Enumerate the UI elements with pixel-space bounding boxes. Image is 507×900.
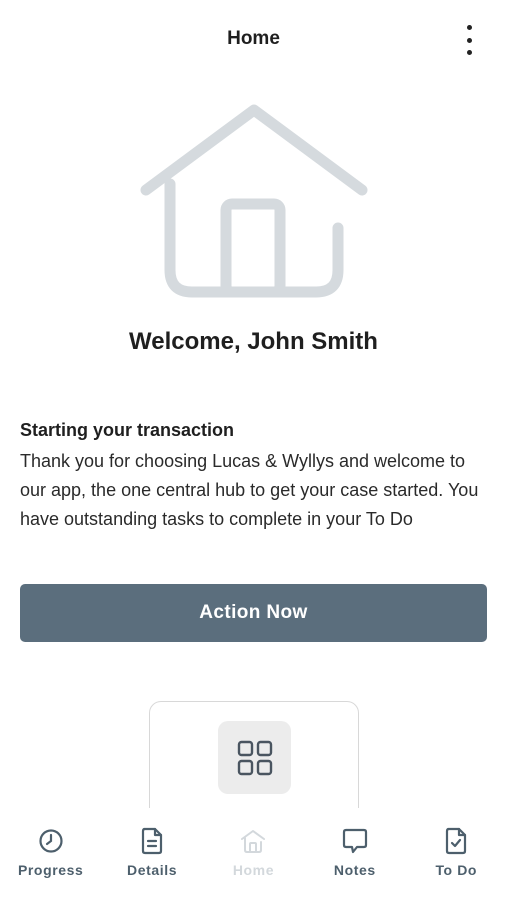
document-icon bbox=[137, 826, 167, 856]
intro-body: Thank you for choosing Lucas & Wyllys an… bbox=[20, 451, 479, 529]
home-screen: Home Welcome, John Smith Starting your t… bbox=[0, 0, 507, 900]
action-now-button[interactable]: Action Now bbox=[20, 584, 487, 642]
page-title: Home bbox=[227, 28, 280, 49]
house-icon bbox=[134, 100, 374, 310]
nav-todo[interactable]: To Do bbox=[406, 826, 507, 878]
menu-dot bbox=[466, 25, 472, 30]
nav-progress[interactable]: Progress bbox=[0, 826, 101, 878]
welcome-heading: Welcome, John Smith bbox=[129, 328, 378, 355]
nav-label: Details bbox=[127, 862, 178, 878]
nav-label: Home bbox=[232, 862, 275, 878]
nav-label: Progress bbox=[17, 862, 84, 878]
more-vertical-icon[interactable] bbox=[459, 22, 479, 58]
menu-dot bbox=[466, 50, 472, 55]
chat-bubble-icon bbox=[340, 826, 370, 856]
nav-label: To Do bbox=[435, 862, 478, 878]
app-header: Home bbox=[0, 0, 507, 82]
nav-details[interactable]: Details bbox=[102, 826, 203, 878]
grid-icon-box bbox=[218, 721, 291, 794]
nav-label: Notes bbox=[333, 862, 376, 878]
intro-section: Starting your transaction Thank you for … bbox=[20, 420, 487, 534]
bottom-navigation: Progress Details Home Notes To Do bbox=[0, 808, 507, 900]
home-icon bbox=[238, 826, 268, 856]
menu-dot bbox=[466, 37, 472, 43]
intro-title: Starting your transaction bbox=[20, 420, 235, 440]
grid-icon bbox=[237, 740, 272, 775]
clock-icon bbox=[36, 826, 66, 856]
nav-home[interactable]: Home bbox=[203, 826, 304, 878]
checklist-icon bbox=[441, 826, 471, 856]
nav-notes[interactable]: Notes bbox=[304, 826, 405, 878]
